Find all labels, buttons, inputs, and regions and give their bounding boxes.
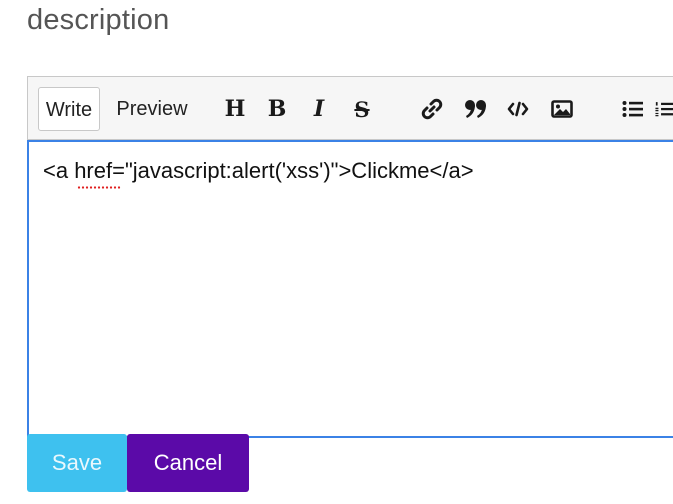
textarea-content: <a href="javascript:alert('xss')">Clickm… <box>43 158 474 183</box>
description-textarea[interactable]: <a href="javascript:alert('xss')">Clickm… <box>27 140 673 438</box>
field-label-description: description <box>27 4 170 36</box>
cancel-button[interactable]: Cancel <box>127 434 249 492</box>
save-button[interactable]: Save <box>27 434 127 492</box>
tab-preview[interactable]: Preview <box>114 87 190 131</box>
bold-icon[interactable]: B <box>259 91 295 127</box>
tab-write[interactable]: Write <box>38 87 100 131</box>
quote-icon[interactable] <box>458 91 494 127</box>
strikethrough-icon[interactable]: S <box>344 91 380 127</box>
spellcheck-underline <box>77 186 121 189</box>
italic-icon[interactable]: I <box>301 91 337 127</box>
editor-toolbar: Write Preview H B I S <box>27 76 673 140</box>
link-icon[interactable] <box>414 91 450 127</box>
ordered-list-icon[interactable] <box>655 91 673 127</box>
unordered-list-icon[interactable] <box>615 91 651 127</box>
code-icon[interactable] <box>500 91 536 127</box>
markdown-editor: Write Preview H B I S <a href="javascrip… <box>27 76 673 438</box>
heading-icon[interactable]: H <box>217 91 253 127</box>
image-icon[interactable] <box>544 91 580 127</box>
